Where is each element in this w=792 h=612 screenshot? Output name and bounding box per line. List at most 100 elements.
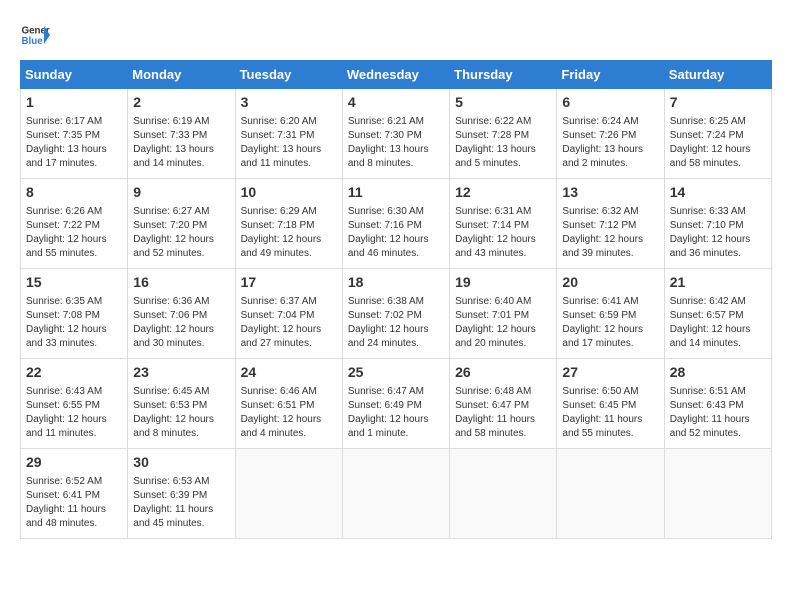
logo-icon: General Blue (20, 20, 50, 50)
logo: General Blue (20, 20, 50, 50)
day-info: Sunrise: 6:19 AM Sunset: 7:33 PM Dayligh… (133, 115, 229, 171)
calendar-cell: 6Sunrise: 6:24 AM Sunset: 7:26 PM Daylig… (557, 89, 664, 179)
week-row-4: 22Sunrise: 6:43 AM Sunset: 6:55 PM Dayli… (21, 359, 772, 449)
day-info: Sunrise: 6:45 AM Sunset: 6:53 PM Dayligh… (133, 385, 229, 441)
day-header-saturday: Saturday (664, 61, 771, 89)
day-info: Sunrise: 6:43 AM Sunset: 6:55 PM Dayligh… (26, 385, 122, 441)
calendar-cell: 14Sunrise: 6:33 AM Sunset: 7:10 PM Dayli… (664, 179, 771, 269)
calendar-cell: 18Sunrise: 6:38 AM Sunset: 7:02 PM Dayli… (342, 269, 449, 359)
calendar-cell: 2Sunrise: 6:19 AM Sunset: 7:33 PM Daylig… (128, 89, 235, 179)
day-header-tuesday: Tuesday (235, 61, 342, 89)
calendar-cell (342, 449, 449, 539)
calendar-cell: 23Sunrise: 6:45 AM Sunset: 6:53 PM Dayli… (128, 359, 235, 449)
header: General Blue (20, 20, 772, 50)
calendar-cell: 11Sunrise: 6:30 AM Sunset: 7:16 PM Dayli… (342, 179, 449, 269)
calendar-cell: 5Sunrise: 6:22 AM Sunset: 7:28 PM Daylig… (450, 89, 557, 179)
day-number: 27 (562, 363, 658, 383)
calendar-cell: 3Sunrise: 6:20 AM Sunset: 7:31 PM Daylig… (235, 89, 342, 179)
day-number: 22 (26, 363, 122, 383)
calendar-cell: 26Sunrise: 6:48 AM Sunset: 6:47 PM Dayli… (450, 359, 557, 449)
calendar-cell: 12Sunrise: 6:31 AM Sunset: 7:14 PM Dayli… (450, 179, 557, 269)
calendar-cell: 9Sunrise: 6:27 AM Sunset: 7:20 PM Daylig… (128, 179, 235, 269)
day-number: 24 (241, 363, 337, 383)
svg-text:Blue: Blue (22, 36, 44, 47)
calendar-cell: 29Sunrise: 6:52 AM Sunset: 6:41 PM Dayli… (21, 449, 128, 539)
calendar-cell: 28Sunrise: 6:51 AM Sunset: 6:43 PM Dayli… (664, 359, 771, 449)
day-number: 11 (348, 183, 444, 203)
calendar-cell: 30Sunrise: 6:53 AM Sunset: 6:39 PM Dayli… (128, 449, 235, 539)
day-info: Sunrise: 6:51 AM Sunset: 6:43 PM Dayligh… (670, 385, 766, 441)
day-info: Sunrise: 6:50 AM Sunset: 6:45 PM Dayligh… (562, 385, 658, 441)
day-number: 20 (562, 273, 658, 293)
day-number: 16 (133, 273, 229, 293)
day-header-friday: Friday (557, 61, 664, 89)
day-header-monday: Monday (128, 61, 235, 89)
week-row-3: 15Sunrise: 6:35 AM Sunset: 7:08 PM Dayli… (21, 269, 772, 359)
day-number: 18 (348, 273, 444, 293)
day-info: Sunrise: 6:22 AM Sunset: 7:28 PM Dayligh… (455, 115, 551, 171)
calendar-cell: 19Sunrise: 6:40 AM Sunset: 7:01 PM Dayli… (450, 269, 557, 359)
day-number: 26 (455, 363, 551, 383)
day-info: Sunrise: 6:30 AM Sunset: 7:16 PM Dayligh… (348, 205, 444, 261)
day-info: Sunrise: 6:36 AM Sunset: 7:06 PM Dayligh… (133, 295, 229, 351)
calendar-cell: 7Sunrise: 6:25 AM Sunset: 7:24 PM Daylig… (664, 89, 771, 179)
day-info: Sunrise: 6:46 AM Sunset: 6:51 PM Dayligh… (241, 385, 337, 441)
day-number: 17 (241, 273, 337, 293)
calendar-cell: 4Sunrise: 6:21 AM Sunset: 7:30 PM Daylig… (342, 89, 449, 179)
day-info: Sunrise: 6:37 AM Sunset: 7:04 PM Dayligh… (241, 295, 337, 351)
calendar-cell (450, 449, 557, 539)
day-number: 28 (670, 363, 766, 383)
week-row-5: 29Sunrise: 6:52 AM Sunset: 6:41 PM Dayli… (21, 449, 772, 539)
day-number: 13 (562, 183, 658, 203)
day-number: 25 (348, 363, 444, 383)
calendar: SundayMondayTuesdayWednesdayThursdayFrid… (20, 60, 772, 539)
day-info: Sunrise: 6:48 AM Sunset: 6:47 PM Dayligh… (455, 385, 551, 441)
day-info: Sunrise: 6:42 AM Sunset: 6:57 PM Dayligh… (670, 295, 766, 351)
day-info: Sunrise: 6:20 AM Sunset: 7:31 PM Dayligh… (241, 115, 337, 171)
calendar-cell (664, 449, 771, 539)
day-number: 15 (26, 273, 122, 293)
calendar-cell: 16Sunrise: 6:36 AM Sunset: 7:06 PM Dayli… (128, 269, 235, 359)
calendar-cell: 24Sunrise: 6:46 AM Sunset: 6:51 PM Dayli… (235, 359, 342, 449)
day-number: 14 (670, 183, 766, 203)
day-number: 8 (26, 183, 122, 203)
day-number: 3 (241, 93, 337, 113)
calendar-cell: 25Sunrise: 6:47 AM Sunset: 6:49 PM Dayli… (342, 359, 449, 449)
calendar-cell: 17Sunrise: 6:37 AM Sunset: 7:04 PM Dayli… (235, 269, 342, 359)
day-info: Sunrise: 6:41 AM Sunset: 6:59 PM Dayligh… (562, 295, 658, 351)
calendar-header-row: SundayMondayTuesdayWednesdayThursdayFrid… (21, 61, 772, 89)
calendar-cell: 20Sunrise: 6:41 AM Sunset: 6:59 PM Dayli… (557, 269, 664, 359)
day-info: Sunrise: 6:53 AM Sunset: 6:39 PM Dayligh… (133, 475, 229, 531)
day-number: 10 (241, 183, 337, 203)
day-info: Sunrise: 6:38 AM Sunset: 7:02 PM Dayligh… (348, 295, 444, 351)
day-header-sunday: Sunday (21, 61, 128, 89)
day-info: Sunrise: 6:26 AM Sunset: 7:22 PM Dayligh… (26, 205, 122, 261)
day-info: Sunrise: 6:24 AM Sunset: 7:26 PM Dayligh… (562, 115, 658, 171)
day-info: Sunrise: 6:40 AM Sunset: 7:01 PM Dayligh… (455, 295, 551, 351)
calendar-cell: 15Sunrise: 6:35 AM Sunset: 7:08 PM Dayli… (21, 269, 128, 359)
day-number: 23 (133, 363, 229, 383)
calendar-cell: 8Sunrise: 6:26 AM Sunset: 7:22 PM Daylig… (21, 179, 128, 269)
day-number: 29 (26, 453, 122, 473)
day-number: 19 (455, 273, 551, 293)
day-info: Sunrise: 6:21 AM Sunset: 7:30 PM Dayligh… (348, 115, 444, 171)
day-number: 4 (348, 93, 444, 113)
calendar-cell: 1Sunrise: 6:17 AM Sunset: 7:35 PM Daylig… (21, 89, 128, 179)
day-info: Sunrise: 6:17 AM Sunset: 7:35 PM Dayligh… (26, 115, 122, 171)
calendar-cell (557, 449, 664, 539)
calendar-cell: 13Sunrise: 6:32 AM Sunset: 7:12 PM Dayli… (557, 179, 664, 269)
day-number: 9 (133, 183, 229, 203)
day-info: Sunrise: 6:27 AM Sunset: 7:20 PM Dayligh… (133, 205, 229, 261)
day-number: 5 (455, 93, 551, 113)
day-info: Sunrise: 6:31 AM Sunset: 7:14 PM Dayligh… (455, 205, 551, 261)
day-number: 1 (26, 93, 122, 113)
week-row-2: 8Sunrise: 6:26 AM Sunset: 7:22 PM Daylig… (21, 179, 772, 269)
calendar-cell: 27Sunrise: 6:50 AM Sunset: 6:45 PM Dayli… (557, 359, 664, 449)
day-number: 21 (670, 273, 766, 293)
day-number: 12 (455, 183, 551, 203)
day-info: Sunrise: 6:32 AM Sunset: 7:12 PM Dayligh… (562, 205, 658, 261)
week-row-1: 1Sunrise: 6:17 AM Sunset: 7:35 PM Daylig… (21, 89, 772, 179)
day-info: Sunrise: 6:29 AM Sunset: 7:18 PM Dayligh… (241, 205, 337, 261)
day-info: Sunrise: 6:33 AM Sunset: 7:10 PM Dayligh… (670, 205, 766, 261)
calendar-cell: 10Sunrise: 6:29 AM Sunset: 7:18 PM Dayli… (235, 179, 342, 269)
